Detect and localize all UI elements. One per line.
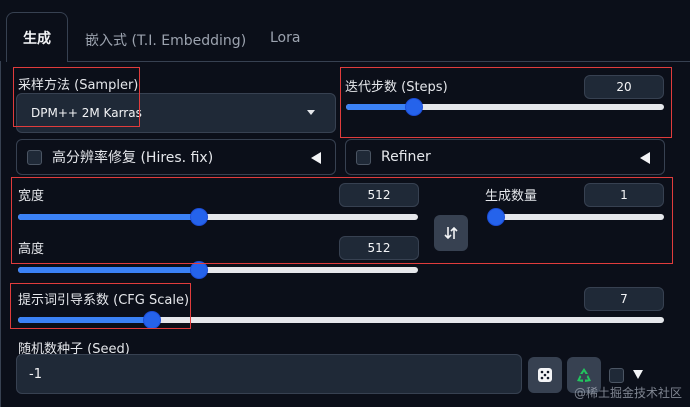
height-input[interactable]: 512 [339,236,419,260]
tab-generate[interactable]: 生成 [6,12,68,62]
chevron-down-icon [307,110,315,115]
steps-slider-fill [346,104,410,110]
cfg-scale-value: 7 [620,292,628,306]
cfg-scale-slider[interactable] [18,312,664,328]
tab-lora[interactable]: Lora [270,30,300,46]
tab-lora-label: Lora [270,30,301,46]
width-input[interactable]: 512 [339,183,419,207]
steps-slider-thumb[interactable] [406,99,423,115]
sampler-label: 采样方法 (Sampler) [18,78,139,93]
sampler-value: DPM++ 2M Karras [31,106,142,120]
batch-count-slider[interactable] [488,209,664,225]
cfg-scale-slider-fill [18,317,148,323]
random-seed-button[interactable] [528,357,562,393]
cfg-scale-label: 提示词引导系数 (CFG Scale) [18,293,190,308]
width-slider[interactable] [18,209,418,225]
triangle-down-icon[interactable] [633,370,643,379]
sampler-select[interactable]: DPM++ 2M Karras [16,93,336,133]
dice-icon [538,368,552,382]
seed-input[interactable]: -1 [16,354,522,394]
seed-value: -1 [29,366,42,382]
tab-embedding-label: 嵌入式 (T.I. Embedding) [85,33,247,49]
hires-fix-label: 高分辨率修复 (Hires. fix) [52,150,214,166]
batch-count-value: 1 [620,188,628,202]
batch-count-input[interactable]: 1 [584,183,664,207]
steps-slider[interactable] [346,99,664,115]
swap-icon [444,226,458,240]
height-slider[interactable] [18,262,418,278]
collapse-triangle-icon [311,152,321,164]
panel-border [0,61,7,407]
hires-fix-accordion[interactable]: 高分辨率修复 (Hires. fix) [16,139,336,175]
steps-value: 20 [616,80,632,94]
width-label: 宽度 [18,189,45,204]
tab-embedding[interactable]: 嵌入式 (T.I. Embedding) [85,30,246,50]
batch-count-slider-thumb[interactable] [488,209,504,225]
cfg-scale-input[interactable]: 7 [584,287,664,311]
cfg-scale-slider-thumb[interactable] [144,312,160,328]
steps-label: 迭代步数 (Steps) [345,80,448,95]
height-slider-fill [18,267,198,273]
height-value: 512 [367,241,391,255]
recycle-icon [577,368,591,382]
steps-input[interactable]: 20 [584,75,664,99]
refiner-checkbox[interactable] [356,149,371,165]
tab-generate-label: 生成 [23,30,51,47]
height-label: 高度 [18,242,45,257]
height-slider-thumb[interactable] [190,262,207,278]
seed-extra-checkbox[interactable] [609,368,624,383]
refiner-label: Refiner [381,149,431,165]
refiner-accordion[interactable]: Refiner [345,139,665,175]
hires-fix-checkbox[interactable] [27,149,42,165]
width-value: 512 [367,188,391,202]
collapse-triangle-icon [640,152,650,164]
swap-dimensions-button[interactable] [434,215,468,251]
width-slider-fill [18,214,198,220]
width-slider-thumb[interactable] [190,209,207,225]
batch-count-label: 生成数量 [485,189,538,204]
watermark: @稀土掘金技术社区 [573,386,682,400]
tab-divider [68,61,690,62]
